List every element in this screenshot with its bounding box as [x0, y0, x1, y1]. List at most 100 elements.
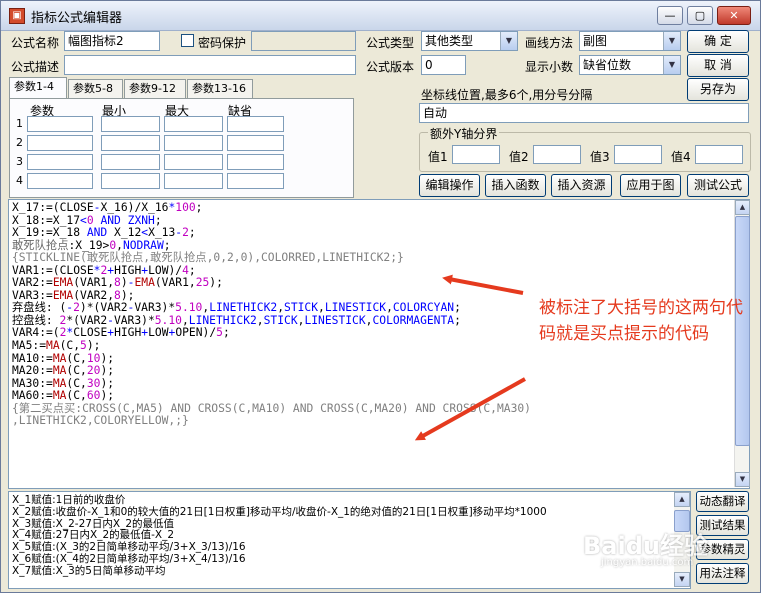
- usage-notes-button[interactable]: 用法注释: [696, 563, 749, 584]
- code-token: CLOSE: [59, 263, 94, 277]
- title-bar[interactable]: ▣ 指标公式编辑器 — ▢ ✕: [1, 1, 760, 31]
- maximize-button[interactable]: ▢: [687, 6, 713, 25]
- scroll-down-icon[interactable]: ▼: [674, 572, 690, 587]
- code-token: STICK: [284, 301, 319, 315]
- ycoord-input[interactable]: 自动: [419, 103, 749, 123]
- code-token: (VAR1,: [154, 276, 196, 290]
- code-token: CLOSE: [73, 326, 108, 340]
- code-token: MA: [52, 376, 67, 390]
- code-token: 5.10: [175, 301, 203, 315]
- code-line[interactable]: ,LINETHICK2,COLORYELLOW,;}: [12, 415, 749, 428]
- code-token: LINESTICK: [324, 301, 387, 315]
- param-1-default[interactable]: [227, 116, 284, 132]
- code-token: MA5:=: [12, 339, 47, 353]
- param-3-max[interactable]: [164, 154, 223, 170]
- baidu-watermark-logo: Baidu经验: [583, 532, 708, 560]
- scroll-up-icon[interactable]: ▲: [674, 492, 690, 507]
- code-token: 20: [86, 364, 101, 378]
- cancel-button[interactable]: 取 消: [687, 54, 749, 77]
- y-value-2-input[interactable]: [533, 145, 581, 164]
- code-token: (VAR2,: [73, 288, 115, 302]
- code-token: 8: [114, 288, 121, 302]
- formula-editor-window: ▣ 指标公式编辑器 — ▢ ✕ 公式名称 幅图指标2 密码保护 公式描述 公式类…: [0, 0, 761, 593]
- test-formula-button[interactable]: 测试公式: [687, 174, 749, 197]
- code-token: ;: [154, 213, 162, 227]
- insert-resource-button[interactable]: 插入资源: [551, 174, 612, 197]
- param-1-max[interactable]: [164, 116, 223, 132]
- ok-button[interactable]: 确 定: [687, 30, 749, 53]
- chevron-down-icon[interactable]: ▼: [500, 32, 517, 50]
- param-4-name[interactable]: [27, 173, 93, 189]
- insert-function-button[interactable]: 插入函数: [485, 174, 546, 197]
- y-value-1-input[interactable]: [452, 145, 500, 164]
- edit-operation-button[interactable]: 编辑操作: [419, 174, 480, 197]
- scroll-down-icon[interactable]: ▼: [735, 472, 750, 487]
- close-button[interactable]: ✕: [717, 6, 751, 25]
- param-3-min[interactable]: [101, 154, 160, 170]
- chevron-down-icon[interactable]: ▼: [663, 56, 680, 74]
- y-value-4-input[interactable]: [695, 145, 743, 164]
- decimal-select[interactable]: 缺省位数 ▼: [579, 55, 681, 75]
- save-as-button[interactable]: 另存为: [687, 78, 749, 101]
- param-2-name[interactable]: [27, 135, 93, 151]
- code-line[interactable]: MA10:=MA(C,10);: [12, 351, 749, 366]
- formula-desc-input[interactable]: [64, 55, 356, 75]
- password-checkbox[interactable]: [181, 34, 194, 47]
- code-token: 弃盘线: (: [12, 301, 67, 315]
- code-token: 30: [86, 376, 101, 390]
- code-token: MA: [52, 364, 67, 378]
- formula-version-label: 公式版本: [366, 60, 415, 74]
- scroll-up-icon[interactable]: ▲: [735, 200, 750, 215]
- code-token: X_16)/X_16: [100, 201, 169, 214]
- param-4-default[interactable]: [227, 173, 284, 189]
- param-2-max[interactable]: [164, 135, 223, 151]
- code-token: ;: [188, 226, 196, 240]
- code-line[interactable]: MA30:=MA(C,30);: [12, 376, 749, 391]
- code-token: NODRAW: [122, 238, 164, 252]
- chevron-down-icon[interactable]: ▼: [663, 32, 680, 50]
- param-1-name[interactable]: [27, 116, 93, 132]
- code-token: CLOSE: [59, 201, 94, 214]
- password-label: 密码保护: [198, 36, 247, 50]
- param-2-default[interactable]: [227, 135, 284, 151]
- tab-params-1-4[interactable]: 参数1-4: [9, 77, 67, 99]
- y-value-3-input[interactable]: [614, 145, 662, 164]
- code-token: <: [80, 213, 87, 227]
- param-3-default[interactable]: [227, 154, 284, 170]
- password-input[interactable]: [251, 31, 356, 51]
- tab-params-9-12[interactable]: 参数9-12: [124, 79, 186, 99]
- extra-y-axis-title: 额外Y轴分界: [428, 125, 500, 142]
- tab-params-13-16[interactable]: 参数13-16: [187, 79, 253, 99]
- code-token: :X_19>: [68, 238, 110, 252]
- tab-params-5-8[interactable]: 参数5-8: [68, 79, 123, 99]
- dynamic-translate-button[interactable]: 动态翻译: [696, 491, 749, 512]
- code-token: ;: [188, 263, 196, 277]
- apply-to-chart-button[interactable]: 应用于图: [620, 174, 681, 197]
- param-4-max[interactable]: [164, 173, 223, 189]
- code-token: VAR4:=(: [12, 326, 60, 340]
- code-token: ZXNH: [127, 213, 155, 227]
- extra-y-axis-group: 额外Y轴分界 值1 值2 值3 值4: [419, 125, 751, 172]
- formula-type-select[interactable]: 其他类型 ▼: [421, 31, 518, 51]
- formula-name-input[interactable]: 幅图指标2: [64, 31, 160, 51]
- minimize-button[interactable]: —: [657, 6, 683, 25]
- code-token: MA60:=: [12, 389, 53, 403]
- window-title: 指标公式编辑器: [31, 11, 123, 26]
- code-token: MA: [46, 339, 60, 353]
- param-4-min[interactable]: [101, 173, 160, 189]
- code-token: );: [209, 276, 223, 290]
- code-token: (C,: [66, 351, 87, 365]
- code-line[interactable]: MA20:=MA(C,20);: [12, 364, 749, 378]
- code-token: 4: [182, 263, 189, 277]
- code-token: )*(VAR2: [79, 301, 128, 315]
- code-token: );: [100, 389, 115, 403]
- param-2-min[interactable]: [101, 135, 160, 151]
- param-1-min[interactable]: [101, 116, 160, 132]
- formula-version-input[interactable]: 0: [421, 55, 466, 75]
- decimal-value: 缺省位数: [583, 58, 632, 72]
- code-token: *(VAR2: [66, 313, 108, 327]
- code-token: 10: [86, 351, 101, 365]
- param-3-name[interactable]: [27, 154, 93, 170]
- draw-method-select[interactable]: 副图 ▼: [579, 31, 681, 51]
- code-token: X_13: [148, 226, 176, 240]
